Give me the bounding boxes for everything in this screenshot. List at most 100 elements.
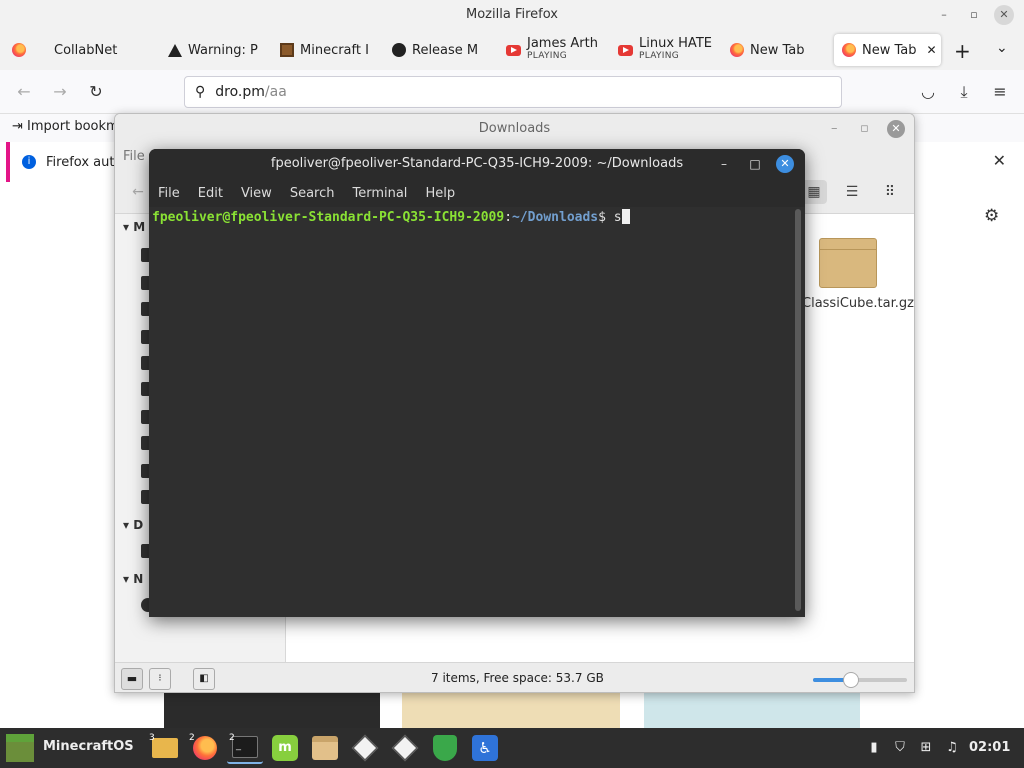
window-count-badge: 2 (189, 733, 195, 743)
import-bookmarks-link[interactable]: ⇥ Import bookm (12, 119, 119, 134)
archive-file-icon[interactable] (819, 238, 877, 288)
youtube-icon (618, 44, 633, 56)
zoom-slider-handle[interactable] (842, 672, 859, 688)
shortcut-thumbnail-3[interactable] (644, 692, 860, 728)
terminal-maximize-button[interactable]: □ (746, 155, 764, 173)
url-bar[interactable]: ⚲ dro.pm/aa (184, 76, 842, 108)
firefox-icon (730, 43, 744, 57)
tab-list-chevron-icon[interactable]: ⌄ (996, 40, 1008, 56)
nemo-minimize-button[interactable]: – (831, 114, 838, 144)
forward-arrow-icon[interactable]: → (50, 82, 70, 102)
sidebar-section-devices[interactable]: ▾ D (123, 518, 143, 532)
tab-release[interactable]: Release M (384, 34, 496, 66)
tab-label: New Tab (750, 42, 805, 58)
firefox-titlebar: Mozilla Firefox – ▫ ✕ (0, 0, 1024, 30)
tab-new-tab-active[interactable]: New Tab ✕ (834, 34, 941, 66)
sidebar-section-my-computer[interactable]: ▾ M (123, 220, 145, 234)
menu-label[interactable]: MinecraftOS (43, 739, 134, 754)
files-app-icon[interactable]: 3 (147, 732, 183, 764)
tree-toggle-icon[interactable]: ⁝ (149, 668, 171, 690)
tab-label: New Tab (862, 42, 917, 58)
cube-app-icon[interactable] (347, 732, 383, 764)
url-host: dro.pm (215, 84, 265, 100)
tab-warning[interactable]: Warning: P (160, 34, 272, 66)
file-name-label[interactable]: ClassiCube.tar.gz (802, 296, 914, 311)
network-tray-icon[interactable]: ⊞ (918, 740, 934, 756)
window-count-badge: 2 (229, 733, 235, 743)
terminal-menu-terminal[interactable]: Terminal (343, 186, 416, 201)
terminal-output[interactable]: fpeoliver@fpeoliver-Standard-PC-Q35-ICH9… (149, 207, 793, 617)
minecraft-menu-icon[interactable] (6, 734, 34, 762)
downloads-icon[interactable]: ⤓ (954, 82, 974, 102)
notice-text: Firefox auto (46, 154, 123, 170)
firefox-icon (12, 43, 26, 57)
terminal-title: fpeoliver@fpeoliver-Standard-PC-Q35-ICH9… (270, 156, 684, 171)
window-count-badge: 3 (149, 733, 155, 743)
file-manager-statusbar: ▬ ⁝ ◧ 7 items, Free space: 53.7 GB (115, 662, 914, 692)
firefox-maximize-button[interactable]: ▫ (964, 5, 984, 25)
back-arrow-icon[interactable]: ← (14, 82, 34, 102)
reload-icon[interactable]: ↻ (86, 82, 106, 102)
firefox-view-button[interactable] (4, 34, 36, 66)
pocket-icon[interactable]: ◡ (918, 82, 938, 102)
tab-linux-hate[interactable]: Linux HATE PLAYING (610, 34, 722, 66)
terminal-menu-help[interactable]: Help (416, 186, 464, 201)
new-tab-button[interactable]: + (954, 39, 971, 63)
firefox-minimize-button[interactable]: – (934, 5, 954, 25)
terminal-scrollbar[interactable] (795, 209, 801, 611)
prompt-user: fpeoliver@fpeoliver-Standard-PC-Q35-ICH9… (152, 210, 505, 225)
sidebar-toggle-icon[interactable]: ◧ (193, 668, 215, 690)
import-icon: ⇥ (12, 119, 23, 134)
notice-close-icon[interactable]: ✕ (993, 151, 1006, 170)
archive-app-icon[interactable] (307, 732, 343, 764)
firefox-app-icon[interactable]: 2 (187, 732, 223, 764)
tab-collabnet[interactable]: CollabNet (46, 34, 156, 66)
tab-label: Minecraft I (300, 42, 369, 58)
tab-james-arth[interactable]: James Arth PLAYING (498, 34, 610, 66)
accessibility-app-icon[interactable]: ♿ (467, 732, 503, 764)
nemo-menu-file[interactable]: File (123, 149, 145, 164)
tab-label: CollabNet (54, 42, 118, 58)
terminal-menu-edit[interactable]: Edit (189, 186, 232, 201)
places-toggle-icon[interactable]: ▬ (121, 668, 143, 690)
sidebar-section-label: N (133, 572, 144, 586)
shield-app-icon[interactable] (427, 732, 463, 764)
tab-new-tab[interactable]: New Tab (722, 34, 830, 66)
update-shield-icon[interactable]: ⛉ (892, 740, 908, 756)
compact-view-icon[interactable]: ⠿ (877, 180, 903, 204)
firefox-icon (842, 43, 856, 57)
youtube-icon (506, 44, 521, 56)
terminal-menu-search[interactable]: Search (281, 186, 344, 201)
sidebar-section-network[interactable]: ▾ N (123, 572, 143, 586)
terminal-menu-file[interactable]: File (149, 186, 189, 201)
terminal-cursor (621, 209, 630, 224)
notification-icon[interactable]: ▮ (866, 740, 882, 756)
sound-icon[interactable]: ♫ (944, 740, 960, 756)
tab-playing-label: PLAYING (639, 51, 680, 61)
nemo-close-button[interactable]: ✕ (887, 120, 905, 138)
zoom-slider[interactable] (813, 672, 907, 688)
terminal-minimize-button[interactable]: – (715, 155, 733, 173)
terminal-menu-view[interactable]: View (232, 186, 281, 201)
settings-gear-icon[interactable]: ⚙ (984, 206, 999, 226)
cube-app-icon-2[interactable] (387, 732, 423, 764)
terminal-app-icon[interactable]: 2 _ (227, 732, 263, 764)
prompt-symbol: $ (598, 210, 606, 225)
terminal-close-button[interactable]: ✕ (776, 155, 794, 173)
shortcut-thumbnail-1[interactable] (164, 692, 380, 728)
list-view-icon[interactable]: ☰ (839, 180, 865, 204)
prompt-path: ~/Downloads (512, 210, 599, 225)
nemo-back-icon[interactable]: ← (125, 180, 151, 204)
tab-close-icon[interactable]: ✕ (927, 43, 937, 57)
minecraft-icon (280, 43, 294, 57)
nemo-maximize-button[interactable]: ▫ (860, 114, 869, 144)
info-icon: i (22, 155, 36, 169)
hamburger-menu-icon[interactable]: ≡ (990, 82, 1010, 102)
tab-minecraft[interactable]: Minecraft I (272, 34, 384, 66)
clock[interactable]: 02:01 (969, 740, 1010, 755)
firefox-close-button[interactable]: ✕ (994, 5, 1014, 25)
shortcut-thumbnail-2[interactable] (402, 692, 620, 728)
github-icon (392, 43, 406, 57)
tab-label: Release M (412, 42, 479, 58)
mint-update-icon[interactable]: m (267, 732, 303, 764)
